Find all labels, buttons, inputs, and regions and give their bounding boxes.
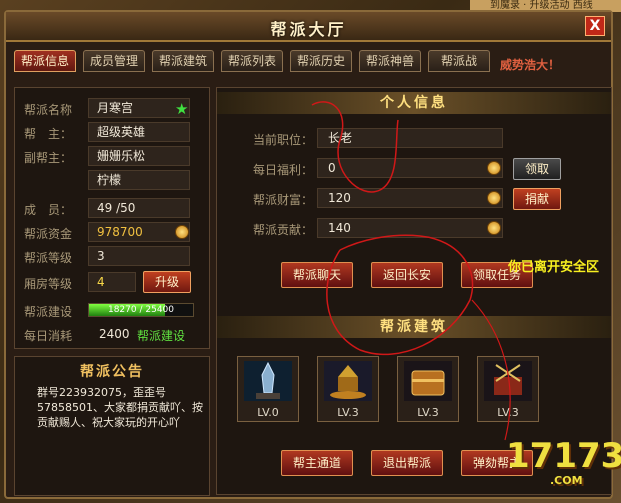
- tab-guild-beast[interactable]: 帮派神兽: [359, 50, 421, 72]
- leave-guild-button[interactable]: 退出帮派: [371, 450, 443, 476]
- building-slot-pagoda[interactable]: LV.3: [317, 356, 379, 422]
- wealth-label: 帮派财富：: [253, 193, 314, 207]
- building-level: LV.0: [257, 406, 279, 419]
- watermark-sub: .COM: [550, 474, 583, 487]
- position-value: 长老: [317, 128, 503, 148]
- position-label: 当前职位：: [253, 133, 314, 147]
- room-level-label: 厢房等级: [24, 277, 73, 291]
- guild-buildings-heading: 帮派建筑: [217, 316, 611, 338]
- coin-icon: [487, 161, 501, 175]
- welfare-row: 每日福利： 0 领取: [217, 158, 611, 180]
- tab-guild-info[interactable]: 帮派信息: [14, 50, 76, 72]
- star-icon: ★: [175, 100, 189, 118]
- daily-cost-label: 每日消耗: [24, 329, 73, 343]
- leader-row: 帮 主： 超级英雄: [15, 122, 211, 144]
- welfare-value: 0: [317, 158, 503, 178]
- watermark-main: 17173: [506, 436, 621, 476]
- building-level: LV.3: [417, 406, 439, 419]
- notice-title: 帮派公告: [80, 364, 144, 380]
- notice-body: 群号223932075，歪歪号57858501、大家都捐贡献吖、按贡献赐人、祝大…: [37, 386, 203, 429]
- room-level-row: 厢房等级 4 升级: [15, 271, 211, 294]
- tab-guild-war[interactable]: 帮派战: [428, 50, 490, 72]
- funds-label: 帮派资金: [24, 227, 73, 241]
- vice-leader-row: 副帮主： 姗姗乐松: [15, 146, 211, 168]
- members-value: 49 /50: [88, 198, 190, 218]
- guild-name-row: 帮派名称 月寒宫 ★: [15, 98, 211, 120]
- guild-info-panel: 帮派名称 月寒宫 ★ 帮 主： 超级英雄 副帮主： 姗姗乐松 柠檬 成 员： 4…: [14, 87, 210, 349]
- welfare-label: 每日福利：: [253, 163, 314, 177]
- upgrade-button[interactable]: 升级: [143, 271, 191, 293]
- position-row: 当前职位： 长老: [217, 128, 611, 150]
- contribution-label: 帮派贡献：: [253, 223, 314, 237]
- contribution-value: 140: [317, 218, 503, 238]
- funds-row: 帮派资金 978700: [15, 222, 211, 244]
- members-row: 成 员： 49 /50: [15, 198, 211, 220]
- leader-label: 帮 主：: [24, 127, 73, 141]
- wealth-row: 帮派财富： 120 捐献: [217, 188, 611, 210]
- guild-level-label: 帮派等级: [24, 251, 73, 265]
- tab-guild-buildings[interactable]: 帮派建筑: [152, 50, 214, 72]
- guild-name-label: 帮派名称: [24, 103, 73, 117]
- vice-leader-label: 副帮主：: [24, 151, 73, 165]
- members-label: 成 员：: [24, 203, 73, 217]
- tab-guild-history[interactable]: 帮派历史: [290, 50, 352, 72]
- guild-level-value: 3: [88, 246, 190, 266]
- building-level: LV.3: [337, 406, 359, 419]
- weapon-rack-icon: [484, 361, 532, 401]
- coin-icon: [175, 225, 189, 239]
- return-changan-button[interactable]: 返回长安: [371, 262, 443, 288]
- window-titlebar[interactable]: 帮派大厅 X: [6, 12, 611, 42]
- golden-pagoda-icon: [324, 361, 372, 401]
- coin-stack-icon: [487, 221, 501, 235]
- vice-leader-value-1: 姗姗乐松: [88, 146, 190, 166]
- building-slot-weapon[interactable]: LV.3: [477, 356, 539, 422]
- building-slot-chest[interactable]: LV.3: [397, 356, 459, 422]
- tab-member-management[interactable]: 成员管理: [83, 50, 145, 72]
- claim-button[interactable]: 领取: [513, 158, 561, 180]
- safe-zone-alert: 你已离开安全区: [508, 260, 600, 275]
- guild-chat-button[interactable]: 帮派聊天: [281, 262, 353, 288]
- building-level: LV.3: [497, 406, 519, 419]
- window-title: 帮派大厅: [270, 20, 347, 39]
- guild-notice-panel: 帮派公告 群号223932075，歪歪号57858501、大家都捐贡献吖、按贡献…: [14, 356, 210, 496]
- donate-button[interactable]: 捐献: [513, 188, 561, 210]
- tab-guild-list[interactable]: 帮派列表: [221, 50, 283, 72]
- vice-leader-row-2: 柠檬: [15, 170, 211, 192]
- guild-level-row: 帮派等级 3: [15, 246, 211, 268]
- daily-cost-row: 每日消耗 2400 帮派建设: [15, 324, 211, 346]
- banner-text: 威势浩大！: [500, 58, 561, 72]
- construction-progress-text: 18270 / 25400: [107, 305, 174, 315]
- vice-leader-value-2: 柠檬: [88, 170, 190, 190]
- construction-row: 帮派建设 18270 / 25400: [15, 300, 211, 322]
- treasure-chest-icon: [404, 361, 452, 401]
- wealth-value: 120: [317, 188, 503, 208]
- personal-info-heading: 个人信息: [217, 92, 611, 114]
- construction-progress: 18270 / 25400: [88, 303, 194, 317]
- site-watermark: 17173 .COM: [506, 436, 621, 487]
- coin-bag-icon: [487, 191, 501, 205]
- contribution-row: 帮派贡献： 140: [217, 218, 611, 240]
- daily-cost-value: 2400: [99, 327, 130, 341]
- leader-channel-button[interactable]: 帮主通道: [281, 450, 353, 476]
- leader-value: 超级英雄: [88, 122, 190, 142]
- close-button[interactable]: X: [585, 16, 605, 36]
- building-slot-crystal[interactable]: LV.0: [237, 356, 299, 422]
- personal-info-panel: 个人信息 当前职位： 长老 每日福利： 0 领取 帮派财富： 120 捐献 帮派…: [216, 87, 612, 495]
- crystal-tower-icon: [244, 361, 292, 401]
- construction-label: 帮派建设: [24, 305, 73, 319]
- guild-construction-link[interactable]: 帮派建设: [137, 327, 185, 344]
- room-level-value: 4: [88, 272, 136, 292]
- guild-hall-window: 帮派大厅 X 帮派信息 成员管理 帮派建筑 帮派列表 帮派历史 帮派神兽 帮派战…: [4, 10, 613, 499]
